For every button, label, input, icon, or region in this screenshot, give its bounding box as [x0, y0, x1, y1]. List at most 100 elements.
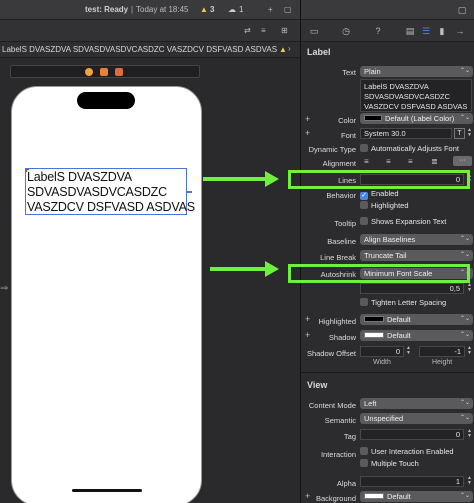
- tooltip-text: Shows Expansion Text: [371, 217, 447, 226]
- add-icon[interactable]: +: [268, 5, 273, 14]
- height-caption: Height: [432, 359, 453, 366]
- align-right-icon[interactable]: ≡: [408, 157, 413, 166]
- color-add-icon[interactable]: +: [305, 114, 310, 124]
- checkbox-icon: [360, 447, 368, 455]
- section-divider: [301, 372, 474, 373]
- behavior-label: Behavior: [326, 191, 356, 200]
- color-row-label: Color: [338, 116, 356, 125]
- jump-bar-forward-icon[interactable]: ›: [288, 44, 291, 53]
- add-editor-icon[interactable]: ⊞: [281, 26, 288, 35]
- highlighted-color-value: Default: [387, 315, 411, 324]
- dynamic-type-checkbox[interactable]: Automatically Adjusts Font: [360, 144, 459, 154]
- font-picker-icon[interactable]: T: [454, 128, 465, 139]
- cloud-icon[interactable]: ☁: [228, 5, 236, 14]
- background-label: Background: [315, 494, 356, 503]
- align-center-icon[interactable]: ≡: [386, 157, 391, 166]
- baseline-popup[interactable]: Align Baselines ⌃⌄: [360, 234, 473, 245]
- baseline-value: Align Baselines: [364, 235, 416, 244]
- shadow-width-stepper[interactable]: ▲ ▼: [405, 346, 412, 357]
- user-interaction-text: User Interaction Enabled: [371, 447, 454, 456]
- font-stepper[interactable]: ▲ ▼: [466, 128, 473, 139]
- line-break-popup[interactable]: Truncate Tail ⌃⌄: [360, 250, 473, 261]
- shadow-add-icon[interactable]: +: [305, 330, 310, 340]
- tag-stepper[interactable]: ▲ ▼: [466, 429, 473, 440]
- connections-inspector-icon[interactable]: →: [455, 26, 465, 36]
- jump-warning-icon[interactable]: ▲: [277, 45, 287, 54]
- alpha-stepper[interactable]: ▲ ▼: [466, 476, 473, 487]
- popup-chevron-icon: ⌃⌄: [459, 68, 470, 74]
- jump-bar-path[interactable]: LabelS DVASZDVA SDVASDVASDVCASDZC VASZDC…: [2, 45, 277, 54]
- semantic-popup[interactable]: Unspecified ⌃⌄: [360, 413, 473, 424]
- checkbox-icon: [360, 144, 368, 152]
- file-inspector-icon[interactable]: ▭: [309, 26, 319, 36]
- alpha-field[interactable]: 1: [360, 476, 464, 487]
- view-controller-icon[interactable]: [85, 68, 93, 76]
- selected-label[interactable]: LabelS DVASZDVA SDVASDVASDVCASDZC VASZDC…: [25, 168, 195, 215]
- interface-builder-canvas[interactable]: test: Ready | Today at 18:45 ▲ 3 ☁ 1 + ▢…: [0, 0, 300, 503]
- label-line-3: VASZDCV DSFVASD ASDVAS: [27, 200, 195, 214]
- font-row-label: Font: [340, 131, 356, 140]
- enabled-checkbox[interactable]: ✓ Enabled: [360, 189, 399, 200]
- text-type-value: Plain: [364, 67, 381, 76]
- popup-chevron-icon: ⌃⌄: [459, 415, 470, 421]
- toggle-panes-icon[interactable]: ▢: [284, 5, 292, 14]
- related-items-icon[interactable]: ⇄: [244, 26, 251, 35]
- attributes-inspector: ▢ ▭ ◷ ? ▤ ☰ ▮ → Label Text Plain ⌃⌄ Label…: [300, 0, 474, 503]
- shadow-popup[interactable]: Default ⌃⌄: [360, 330, 473, 341]
- toggle-inspector-icon[interactable]: ▢: [457, 5, 467, 15]
- tooltip-checkbox[interactable]: Shows Expansion Text: [360, 217, 446, 227]
- highlighted-add-icon[interactable]: +: [305, 314, 310, 324]
- text-type-popup[interactable]: Plain ⌃⌄: [360, 66, 473, 77]
- editor-options-icon[interactable]: ≡: [261, 26, 266, 35]
- shadow-offset-height-field[interactable]: -1: [419, 346, 465, 357]
- attributes-inspector-icon[interactable]: ☰: [421, 26, 431, 36]
- build-status-time: Today at 18:45: [136, 5, 189, 14]
- background-add-icon[interactable]: +: [305, 491, 310, 501]
- multiple-touch-checkbox[interactable]: Multiple Touch: [360, 459, 419, 469]
- tag-label: Tag: [343, 432, 356, 441]
- checkbox-checked-icon: ✓: [360, 192, 368, 200]
- history-inspector-icon[interactable]: ◷: [341, 26, 351, 36]
- user-interaction-checkbox[interactable]: User Interaction Enabled: [360, 447, 454, 457]
- highlighted-color-popup[interactable]: Default ⌃⌄: [360, 314, 473, 325]
- jump-bar[interactable]: LabelS DVASZDVA SDVASDVASDVCASDZC VASZDC…: [0, 42, 300, 58]
- iphone-scene[interactable]: LabelS DVASZDVA SDVASDVASDVCASDZC VASZDC…: [11, 86, 202, 503]
- align-left-icon[interactable]: ≡: [364, 157, 369, 166]
- font-add-icon[interactable]: +: [305, 128, 310, 138]
- align-natural-icon[interactable]: ···: [453, 156, 472, 166]
- label-resize-handle[interactable]: [186, 191, 192, 193]
- help-inspector-icon[interactable]: ?: [373, 26, 383, 36]
- popup-chevron-icon: ⌃⌄: [459, 252, 470, 258]
- shadow-height-stepper[interactable]: ▲ ▼: [466, 346, 473, 357]
- baseline-label: Baseline: [327, 237, 356, 246]
- tighten-text: Tighten Letter Spacing: [371, 298, 447, 307]
- exit-icon[interactable]: [115, 68, 123, 76]
- color-swatch: [364, 115, 382, 121]
- content-mode-popup[interactable]: Left ⌃⌄: [360, 398, 473, 409]
- shadow-offset-width-field[interactable]: 0: [360, 346, 404, 357]
- multiple-touch-text: Multiple Touch: [371, 459, 419, 468]
- annotation-arrow-autoshrink: [210, 267, 266, 271]
- warning-icon[interactable]: ▲: [200, 5, 208, 14]
- interaction-label: Interaction: [320, 450, 356, 459]
- color-popup[interactable]: Default (Label Color) ⌃⌄: [360, 113, 473, 124]
- min-scale-stepper[interactable]: ▲ ▼: [466, 283, 473, 294]
- shadow-label: Shadow: [328, 333, 356, 342]
- highlighted-checkbox[interactable]: Highlighted: [360, 201, 409, 211]
- identity-inspector-icon[interactable]: ▤: [405, 26, 415, 36]
- dynamic-island: [77, 92, 135, 109]
- background-popup[interactable]: Default ⌃⌄: [360, 491, 473, 502]
- first-responder-icon[interactable]: [100, 68, 108, 76]
- font-field[interactable]: System 30.0: [360, 128, 452, 139]
- alignment-segmented-control[interactable]: ≡ ≡ ≡ ≣ ···: [360, 156, 473, 167]
- text-value-field[interactable]: LabelS DVASZDVA SDVASDVASDVCASDZC VASZDC…: [360, 79, 472, 112]
- min-scale-field[interactable]: 0,5: [360, 283, 464, 294]
- alpha-label: Alpha: [336, 479, 356, 488]
- tighten-spacing-checkbox[interactable]: Tighten Letter Spacing: [360, 298, 446, 308]
- align-justified-icon[interactable]: ≣: [431, 157, 438, 166]
- tag-field[interactable]: 0: [360, 429, 464, 440]
- scene-dock: [10, 65, 200, 78]
- text-row-label: Text: [342, 68, 356, 77]
- size-inspector-icon[interactable]: ▮: [437, 26, 447, 36]
- text-value-line-2: SDVASDVASDVCASDZC: [364, 92, 450, 101]
